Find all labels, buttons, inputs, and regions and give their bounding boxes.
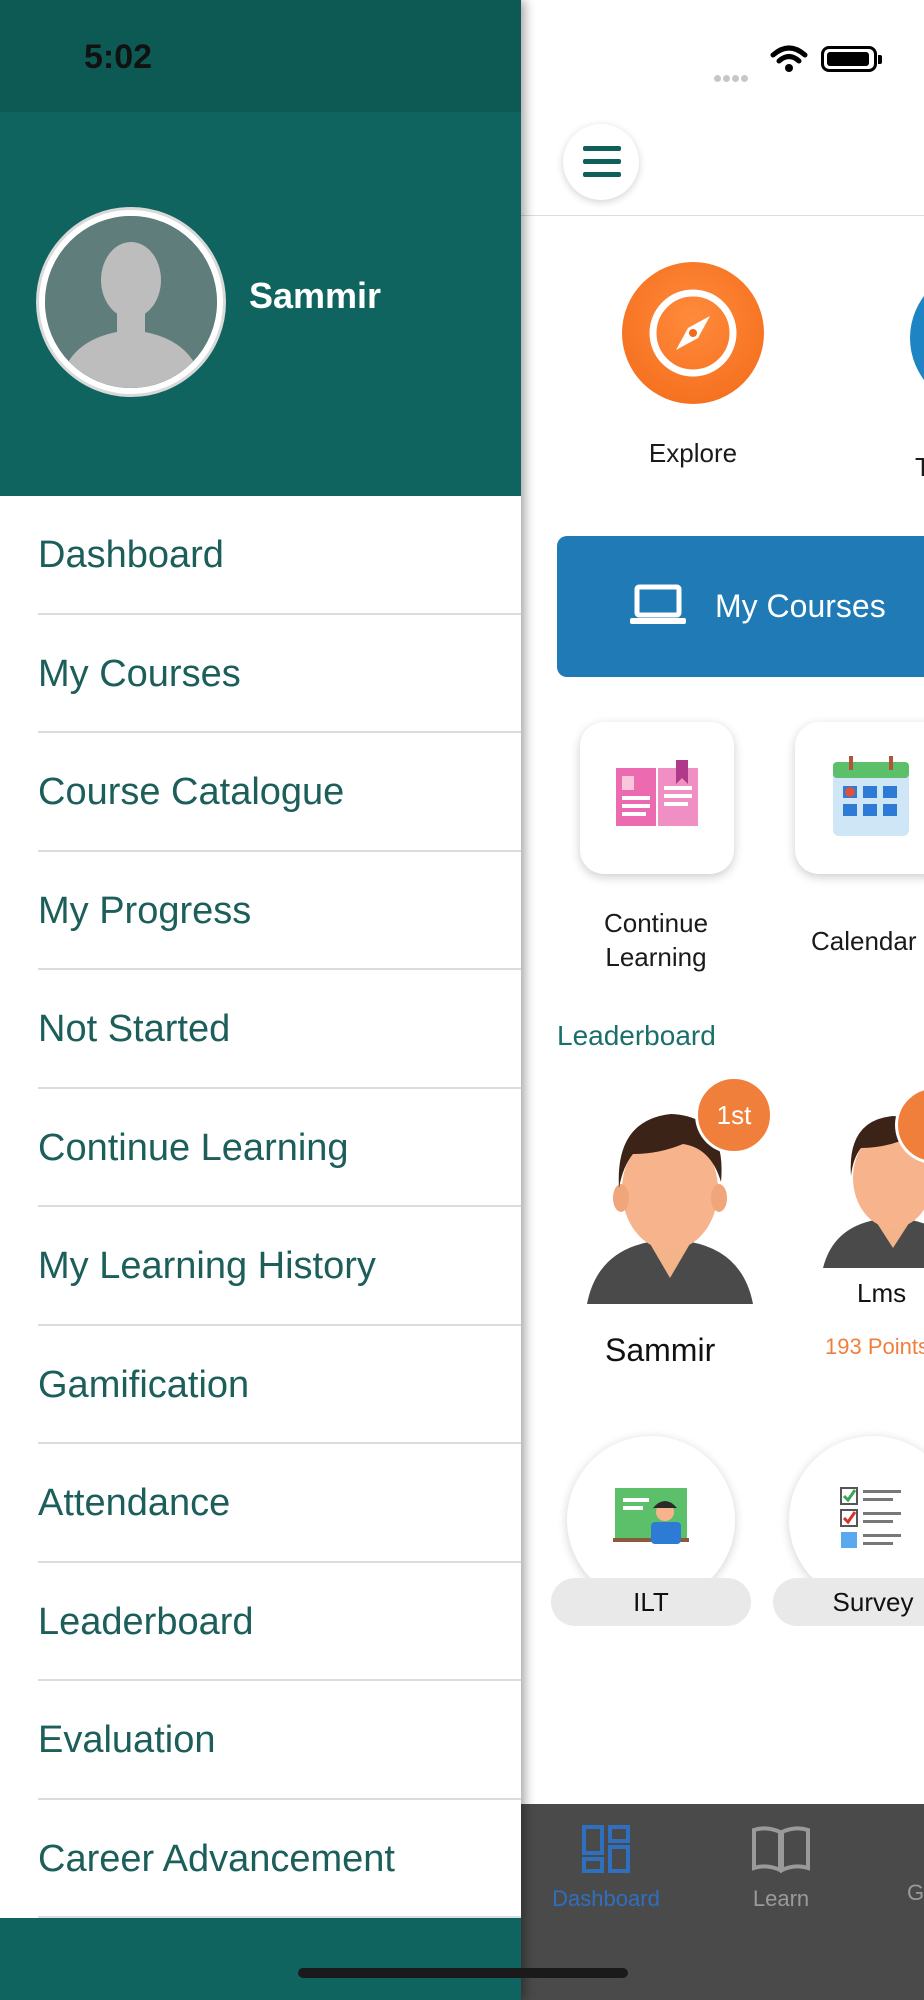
avatar[interactable] <box>36 207 226 397</box>
drawer-footer <box>0 1918 521 2000</box>
home-indicator[interactable] <box>298 1968 628 1978</box>
menu-item-not-started[interactable]: Not Started <box>38 970 521 1089</box>
menu-item-evaluation[interactable]: Evaluation <box>38 1681 521 1800</box>
dashboard-panel: Explore T My Courses Continue Learning C… <box>521 0 924 2000</box>
profile-silhouette-icon <box>45 216 217 388</box>
status-time: 5:02 <box>84 38 153 76</box>
menu-item-label: Evaluation <box>38 1719 216 1761</box>
menu-item-label: Career Advancement <box>38 1837 395 1880</box>
menu-item-course-catalogue[interactable]: Course Catalogue <box>38 733 521 852</box>
wifi-icon <box>770 45 808 72</box>
book-icon <box>752 1826 810 1874</box>
hamburger-bar-icon <box>583 172 621 177</box>
tab-dashboard[interactable]: Dashboard <box>541 1824 671 1912</box>
navigation-drawer: 5:02 Sammir Dashboard My Courses Course … <box>0 0 521 2000</box>
menu-item-label: My Learning History <box>38 1245 376 1287</box>
menu-item-my-courses[interactable]: My Courses <box>38 615 521 733</box>
user-name: Sammir <box>249 275 382 316</box>
laptop-icon <box>630 584 686 624</box>
dashboard-grid-icon <box>582 1825 630 1873</box>
menu-item-my-progress[interactable]: My Progress <box>38 852 521 970</box>
tab-learn[interactable]: Learn <box>731 1824 831 1912</box>
rank-badge-1: 1st <box>695 1076 773 1154</box>
tab-learn-label: Learn <box>752 1886 810 1911</box>
calendar-tile[interactable] <box>795 722 924 874</box>
my-courses-label: My Courses <box>715 588 886 624</box>
open-book-icon <box>616 760 698 826</box>
battery-icon <box>821 46 882 72</box>
drawer-header: Sammir <box>0 112 521 496</box>
calendar-icon <box>833 756 909 836</box>
compass-icon <box>622 262 764 404</box>
menu-item-label: Attendance <box>38 1482 231 1524</box>
my-courses-button[interactable]: My Courses <box>557 536 924 677</box>
ilt-button[interactable]: ILT <box>551 1578 751 1626</box>
app-screen: Explore T My Courses Continue Learning C… <box>0 0 924 2000</box>
menu-item-continue-learning[interactable]: Continue Learning <box>38 1089 521 1207</box>
menu-item-gamification[interactable]: Gamification <box>38 1326 521 1444</box>
drawer-menu: Dashboard My Courses Course Catalogue My… <box>0 496 521 1918</box>
status-bar-left: 5:02 <box>0 0 521 112</box>
menu-item-label: My Courses <box>38 652 241 695</box>
status-bar-right <box>521 0 924 112</box>
leader-points-2: 193 Points <box>825 1334 924 1359</box>
leader-name-2: Lms <box>857 1278 907 1308</box>
menu-item-leaderboard[interactable]: Leaderboard <box>38 1563 521 1681</box>
menu-toggle-button[interactable] <box>563 124 639 200</box>
menu-item-dashboard[interactable]: Dashboard <box>38 496 521 615</box>
menu-item-label: Leaderboard <box>38 1600 254 1643</box>
menu-item-label: Course Catalogue <box>38 771 345 813</box>
continue-learning-tile[interactable] <box>580 722 734 874</box>
menu-item-label: Gamification <box>38 1363 250 1406</box>
tab-dashboard-label: Dashboard <box>552 1886 660 1911</box>
second-shortcut-label: T <box>915 452 924 482</box>
leader-name-1: Sammir <box>605 1332 716 1368</box>
menu-item-attendance[interactable]: Attendance <box>38 1444 521 1563</box>
explore-shortcut[interactable]: Explore <box>613 262 773 469</box>
leaderboard-title: Leaderboard <box>557 1020 716 1051</box>
explore-label: Explore <box>648 438 738 468</box>
hamburger-bar-icon <box>583 159 621 164</box>
continue-learning-label: Continue Learning <box>603 908 709 972</box>
second-shortcut-icon[interactable] <box>910 268 924 408</box>
menu-item-label: Dashboard <box>38 534 224 576</box>
header-divider <box>521 215 924 216</box>
survey-button[interactable]: Survey <box>773 1578 924 1626</box>
cellular-signal-icon <box>714 64 756 82</box>
tab-partial[interactable]: G <box>907 1880 924 1906</box>
menu-item-label: My Progress <box>38 889 252 932</box>
menu-item-my-learning-history[interactable]: My Learning History <box>38 1207 521 1326</box>
hamburger-bar-icon <box>583 146 621 151</box>
menu-item-label: Continue Learning <box>38 1126 349 1169</box>
menu-item-career-advancement[interactable]: Career Advancement <box>38 1800 521 1918</box>
calendar-label: Calendar <box>811 926 917 956</box>
menu-item-label: Not Started <box>38 1008 231 1050</box>
